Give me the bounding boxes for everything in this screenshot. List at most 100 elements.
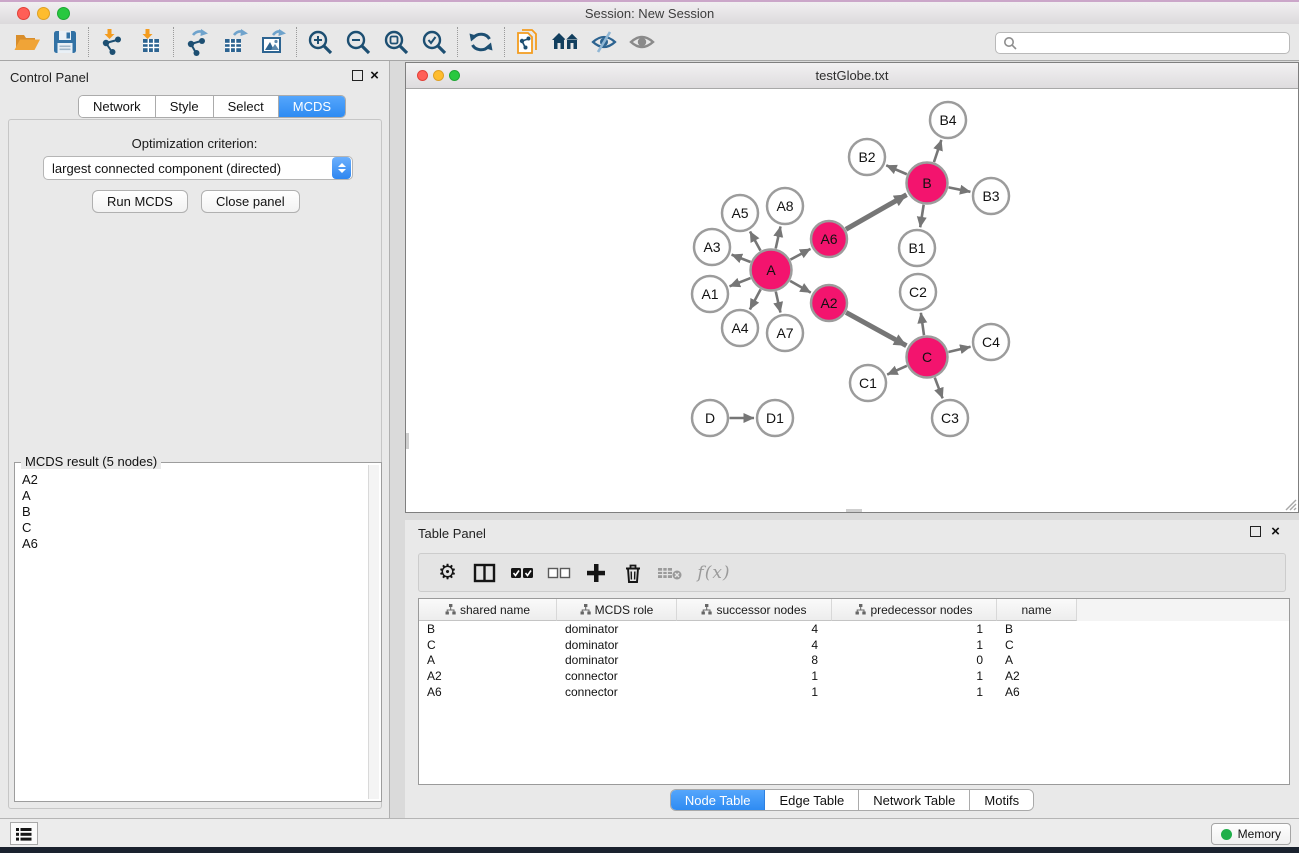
node-B2[interactable]: B2 <box>849 139 885 175</box>
close-panel-button[interactable]: Close panel <box>201 190 300 213</box>
table-cell[interactable]: connector <box>557 684 677 700</box>
tab-network-table[interactable]: Network Table <box>859 790 970 810</box>
import-network-button[interactable] <box>93 26 131 58</box>
table-row[interactable]: Adominator80A <box>419 653 1289 669</box>
node-B4[interactable]: B4 <box>930 102 966 138</box>
new-network-from-selection-button[interactable] <box>509 26 547 58</box>
edge-B-B1[interactable] <box>920 205 923 228</box>
show-hide-columns-button[interactable] <box>466 558 503 588</box>
edge-B-B2[interactable] <box>886 165 907 174</box>
tab-node-table[interactable]: Node Table <box>671 790 766 810</box>
select-all-button[interactable] <box>503 558 540 588</box>
tab-mcds[interactable]: MCDS <box>279 96 345 117</box>
column-header-shared-name[interactable]: shared name <box>419 599 557 621</box>
table-cell[interactable]: 0 <box>832 653 997 669</box>
open-session-button[interactable] <box>8 26 46 58</box>
node-A1[interactable]: A1 <box>692 276 728 312</box>
canvas-vscroll-thumb[interactable] <box>406 433 409 449</box>
node-C2[interactable]: C2 <box>900 274 936 310</box>
edge-B-B3[interactable] <box>949 187 971 191</box>
node-A[interactable]: A <box>751 250 792 291</box>
node-C3[interactable]: C3 <box>932 400 968 436</box>
table-cell[interactable]: C <box>997 637 1077 653</box>
table-row[interactable]: Bdominator41B <box>419 621 1289 637</box>
table-row[interactable]: A2connector11A2 <box>419 668 1289 684</box>
tab-style[interactable]: Style <box>156 96 214 117</box>
function-builder-button[interactable]: f(x) <box>688 558 740 588</box>
export-network-button[interactable] <box>178 26 216 58</box>
table-cell[interactable]: 1 <box>677 668 832 684</box>
table-cell[interactable]: dominator <box>557 637 677 653</box>
edge-A-A2[interactable] <box>790 281 811 293</box>
edge-B-B4[interactable] <box>934 140 941 162</box>
import-table-button[interactable] <box>131 26 169 58</box>
network-canvas[interactable]: ABCA6A2A1A3A4A5A7A8B1B2B3B4C1C2C3C4DD1 <box>406 89 1298 512</box>
save-session-button[interactable] <box>46 26 84 58</box>
memory-button[interactable]: Memory <box>1211 823 1291 845</box>
zoom-out-button[interactable] <box>339 26 377 58</box>
table-cell[interactable]: C <box>419 637 557 653</box>
network-window-titlebar[interactable]: testGlobe.txt <box>406 63 1298 89</box>
table-cell[interactable]: 4 <box>677 637 832 653</box>
delete-columns-button[interactable] <box>614 558 651 588</box>
node-B[interactable]: B <box>907 163 948 204</box>
optimization-criterion-select[interactable]: largest connected component (directed) <box>43 156 353 180</box>
tab-edge-table[interactable]: Edge Table <box>765 790 859 810</box>
table-cell[interactable]: connector <box>557 668 677 684</box>
table-cell[interactable]: 1 <box>832 668 997 684</box>
table-row[interactable]: Cdominator41C <box>419 637 1289 653</box>
table-cell[interactable]: dominator <box>557 653 677 669</box>
column-header-MCDS-role[interactable]: MCDS role <box>557 599 677 621</box>
column-header-predecessor-nodes[interactable]: predecessor nodes <box>832 599 997 621</box>
table-cell[interactable]: A <box>419 653 557 669</box>
node-A4[interactable]: A4 <box>722 310 758 346</box>
edge-A-A7[interactable] <box>776 291 781 312</box>
task-history-button[interactable] <box>10 822 38 845</box>
column-settings-button[interactable]: ⚙ <box>429 558 466 588</box>
node-table[interactable]: shared nameMCDS rolesuccessor nodesprede… <box>418 598 1290 785</box>
tab-network[interactable]: Network <box>79 96 156 117</box>
node-B1[interactable]: B1 <box>899 230 935 266</box>
node-A7[interactable]: A7 <box>767 315 803 351</box>
zoom-selected-button[interactable] <box>415 26 453 58</box>
graphics-details-button[interactable] <box>585 26 623 58</box>
table-cell[interactable]: 1 <box>677 684 832 700</box>
table-cell[interactable]: A2 <box>419 668 557 684</box>
close-panel-icon[interactable]: × <box>368 70 381 83</box>
export-image-button[interactable] <box>254 26 292 58</box>
edge-C-C3[interactable] <box>935 378 943 399</box>
run-mcds-button[interactable]: Run MCDS <box>92 190 188 213</box>
apply-layout-button[interactable] <box>462 26 500 58</box>
edge-A-A3[interactable] <box>732 255 751 262</box>
node-D1[interactable]: D1 <box>757 400 793 436</box>
resize-grip-icon[interactable] <box>1283 497 1297 511</box>
edge-A2-C[interactable] <box>846 312 906 345</box>
destroy-table-button[interactable] <box>651 558 688 588</box>
node-C1[interactable]: C1 <box>850 365 886 401</box>
mcds-result-item[interactable]: A6 <box>18 536 367 552</box>
table-cell[interactable]: A2 <box>997 668 1077 684</box>
table-cell[interactable]: B <box>419 621 557 637</box>
zoom-in-button[interactable] <box>301 26 339 58</box>
mcds-result-item[interactable]: B <box>18 504 367 520</box>
node-C4[interactable]: C4 <box>973 324 1009 360</box>
search-box[interactable] <box>995 32 1290 54</box>
mcds-result-item[interactable]: A <box>18 488 367 504</box>
table-cell[interactable]: 1 <box>832 621 997 637</box>
edge-A-A1[interactable] <box>730 278 751 286</box>
node-A2[interactable]: A2 <box>811 285 847 321</box>
edge-A-A4[interactable] <box>750 289 761 309</box>
edge-C-C2[interactable] <box>921 313 924 335</box>
edge-A-A8[interactable] <box>776 227 781 249</box>
birds-eye-view-button[interactable] <box>623 26 661 58</box>
table-row[interactable]: A6connector11A6 <box>419 684 1289 700</box>
node-A6[interactable]: A6 <box>811 221 847 257</box>
canvas-hscroll-thumb[interactable] <box>846 509 862 512</box>
create-column-button[interactable] <box>577 558 614 588</box>
table-cell[interactable]: 8 <box>677 653 832 669</box>
edge-A6-B[interactable] <box>846 195 907 230</box>
edge-C-C1[interactable] <box>887 366 907 375</box>
search-input[interactable] <box>1021 34 1289 52</box>
table-cell[interactable]: 4 <box>677 621 832 637</box>
close-table-panel-icon[interactable]: × <box>1269 526 1282 539</box>
